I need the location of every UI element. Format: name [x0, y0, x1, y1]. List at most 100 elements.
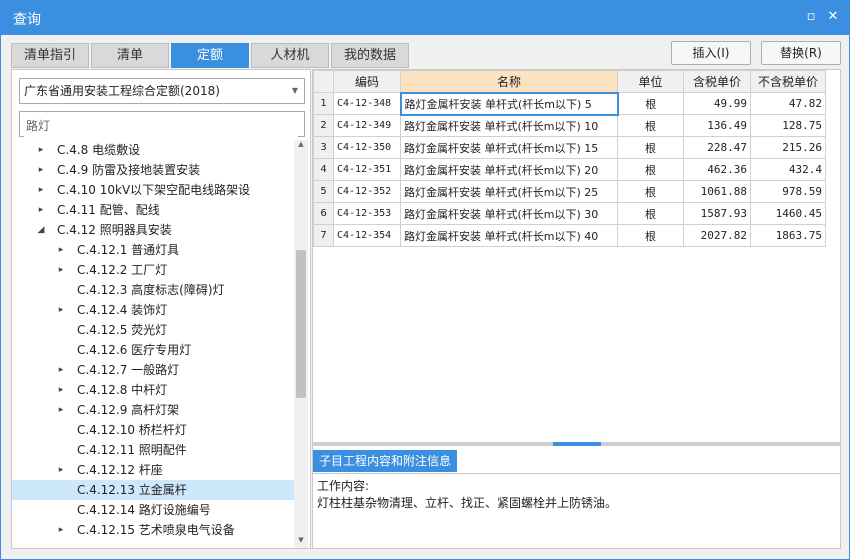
title-bar[interactable]: 查询 ▫ ✕ — [1, 1, 849, 35]
tree-node[interactable]: ▸ C.4.12.1 普通灯具 — [12, 240, 294, 260]
price-notax-cell[interactable]: 215.26 — [750, 136, 826, 159]
tree-node[interactable]: ▸ C.4.11 配管、配线 — [12, 200, 294, 220]
table-row[interactable]: 2 C4-12-349 路灯金属杆安装 单杆式(杆长m以下) 10 根 136.49 12… — [313, 114, 826, 137]
code-cell[interactable]: C4-12-348 — [333, 92, 401, 115]
col-header-price-notax[interactable]: 不含税单价 — [750, 70, 826, 93]
tree-scrollbar[interactable]: ▲ ▼ — [294, 140, 308, 548]
row-number-cell[interactable]: 7 — [313, 224, 334, 247]
tree-node[interactable]: ▸ C.4.9 防雷及接地装置安装 — [12, 160, 294, 180]
price-notax-cell[interactable]: 1863.75 — [750, 224, 826, 247]
price-notax-cell[interactable]: 47.82 — [750, 92, 826, 115]
collapse-arrow-icon[interactable]: ◢ — [36, 220, 46, 240]
row-number-cell[interactable]: 2 — [313, 114, 334, 137]
expand-arrow-icon[interactable]: ▸ — [56, 260, 66, 280]
price-tax-cell[interactable]: 136.49 — [683, 114, 751, 137]
search-field[interactable] — [19, 111, 305, 137]
price-tax-cell[interactable]: 49.99 — [683, 92, 751, 115]
code-cell[interactable]: C4-12-350 — [333, 136, 401, 159]
unit-cell[interactable]: 根 — [617, 136, 684, 159]
row-number-cell[interactable]: 6 — [313, 202, 334, 225]
col-header-price-tax[interactable]: 含税单价 — [683, 70, 751, 93]
row-number-cell[interactable]: 5 — [313, 180, 334, 203]
library-select[interactable]: 广东省通用安装工程综合定额(2018) ▼ — [19, 78, 305, 104]
tree-node[interactable]: ▸ C.4.12.15 艺术喷泉电气设备 — [12, 520, 294, 540]
price-notax-cell[interactable]: 978.59 — [750, 180, 826, 203]
price-tax-cell[interactable]: 1061.88 — [683, 180, 751, 203]
unit-cell[interactable]: 根 — [617, 180, 684, 203]
expand-arrow-icon[interactable]: ▸ — [36, 180, 46, 200]
expand-arrow-icon[interactable]: ▸ — [36, 140, 46, 160]
price-tax-cell[interactable]: 228.47 — [683, 136, 751, 159]
tree-node[interactable]: C.4.12.10 桥栏杆灯 — [12, 420, 294, 440]
tree-node[interactable]: C.4.12.14 路灯设施编号 — [12, 500, 294, 520]
tree-node[interactable]: ▸ C.4.8 电缆敷设 — [12, 140, 294, 160]
tree-node[interactable]: ▸ C.4.12.2 工厂灯 — [12, 260, 294, 280]
row-number-cell[interactable]: 1 — [313, 92, 334, 115]
unit-cell[interactable]: 根 — [617, 92, 684, 115]
unit-cell[interactable]: 根 — [617, 158, 684, 181]
table-row[interactable]: 4 C4-12-351 路灯金属杆安装 单杆式(杆长m以下) 20 根 462.36 43… — [313, 158, 826, 181]
name-cell[interactable]: 路灯金属杆安装 单杆式(杆长m以下) 10 — [400, 114, 618, 137]
tab-labor-material[interactable]: 人材机 — [251, 43, 329, 68]
table-row[interactable]: 5 C4-12-352 路灯金属杆安装 单杆式(杆长m以下) 25 根 1061.88 9… — [313, 180, 826, 203]
search-input[interactable] — [24, 113, 298, 137]
table-row[interactable]: 7 C4-12-354 路灯金属杆安装 单杆式(杆长m以下) 40 根 2027.82 1… — [313, 224, 826, 247]
name-cell[interactable]: 路灯金属杆安装 单杆式(杆长m以下) 25 — [400, 180, 618, 203]
table-row[interactable]: 1 C4-12-348 路灯金属杆安装 单杆式(杆长m以下) 5 根 49.99 47.8… — [313, 91, 826, 116]
tab-bill-guide[interactable]: 清单指引 — [11, 43, 89, 68]
insert-button[interactable]: 插入(I) — [671, 41, 751, 65]
tree-node[interactable]: C.4.12.13 立金属杆 — [12, 480, 294, 500]
expand-arrow-icon[interactable]: ▸ — [56, 380, 66, 400]
replace-button[interactable]: 替换(R) — [761, 41, 841, 65]
code-cell[interactable]: C4-12-351 — [333, 158, 401, 181]
expand-arrow-icon[interactable]: ▸ — [36, 200, 46, 220]
price-notax-cell[interactable]: 432.4 — [750, 158, 826, 181]
tree-node[interactable]: ▸ C.4.10 10kV以下架空配电线路架设 — [12, 180, 294, 200]
code-cell[interactable]: C4-12-353 — [333, 202, 401, 225]
col-header-name[interactable]: 名称 — [400, 70, 618, 93]
price-tax-cell[interactable]: 462.36 — [683, 158, 751, 181]
tree-node[interactable]: ◢ C.4.12 照明器具安装 — [12, 220, 294, 240]
expand-arrow-icon[interactable]: ▸ — [56, 520, 66, 540]
code-cell[interactable]: C4-12-349 — [333, 114, 401, 137]
table-row[interactable]: 6 C4-12-353 路灯金属杆安装 单杆式(杆长m以下) 30 根 1587.93 1… — [313, 202, 826, 225]
tree-node[interactable]: ▸ C.4.12.8 中杆灯 — [12, 380, 294, 400]
scroll-up-icon[interactable]: ▲ — [294, 140, 308, 148]
tree-node[interactable]: ▸ C.4.12.12 杆座 — [12, 460, 294, 480]
tab-my-data[interactable]: 我的数据 — [331, 43, 409, 68]
restore-icon[interactable]: ▫ — [801, 7, 821, 27]
tab-bill[interactable]: 清单 — [91, 43, 169, 68]
expand-arrow-icon[interactable]: ▸ — [56, 300, 66, 320]
tree-node[interactable]: C.4.12.11 照明配件 — [12, 440, 294, 460]
name-cell[interactable]: 路灯金属杆安装 单杆式(杆长m以下) 15 — [400, 136, 618, 159]
price-notax-cell[interactable]: 1460.45 — [750, 202, 826, 225]
expand-arrow-icon[interactable]: ▸ — [56, 360, 66, 380]
code-cell[interactable]: C4-12-352 — [333, 180, 401, 203]
unit-cell[interactable]: 根 — [617, 224, 684, 247]
table-row[interactable]: 3 C4-12-350 路灯金属杆安装 单杆式(杆长m以下) 15 根 228.47 21… — [313, 136, 826, 159]
close-icon[interactable]: ✕ — [823, 7, 843, 27]
col-header-unit[interactable]: 单位 — [617, 70, 684, 93]
unit-cell[interactable]: 根 — [617, 114, 684, 137]
unit-cell[interactable]: 根 — [617, 202, 684, 225]
tree-node[interactable]: ▸ C.4.12.4 装饰灯 — [12, 300, 294, 320]
tab-quota[interactable]: 定额 — [171, 43, 249, 68]
name-cell[interactable]: 路灯金属杆安装 单杆式(杆长m以下) 5 — [399, 91, 619, 116]
row-number-cell[interactable]: 3 — [313, 136, 334, 159]
tree-node[interactable]: C.4.12.5 荧光灯 — [12, 320, 294, 340]
splitter-grip[interactable] — [553, 442, 601, 446]
expand-arrow-icon[interactable]: ▸ — [36, 160, 46, 180]
col-header-code[interactable]: 编码 — [333, 70, 401, 93]
tree-node[interactable]: C.4.12.3 高度标志(障碍)灯 — [12, 280, 294, 300]
name-cell[interactable]: 路灯金属杆安装 单杆式(杆长m以下) 40 — [400, 224, 618, 247]
panel-splitter[interactable] — [313, 442, 840, 446]
expand-arrow-icon[interactable]: ▸ — [56, 240, 66, 260]
name-cell[interactable]: 路灯金属杆安装 单杆式(杆长m以下) 20 — [400, 158, 618, 181]
info-tab[interactable]: 子目工程内容和附注信息 — [313, 450, 458, 472]
expand-arrow-icon[interactable]: ▸ — [56, 400, 66, 420]
price-notax-cell[interactable]: 128.75 — [750, 114, 826, 137]
price-tax-cell[interactable]: 2027.82 — [683, 224, 751, 247]
tree-node[interactable]: ▸ C.4.12.9 高杆灯架 — [12, 400, 294, 420]
scroll-down-icon[interactable]: ▼ — [294, 536, 308, 544]
tree-node[interactable]: ▸ C.4.12.7 一般路灯 — [12, 360, 294, 380]
